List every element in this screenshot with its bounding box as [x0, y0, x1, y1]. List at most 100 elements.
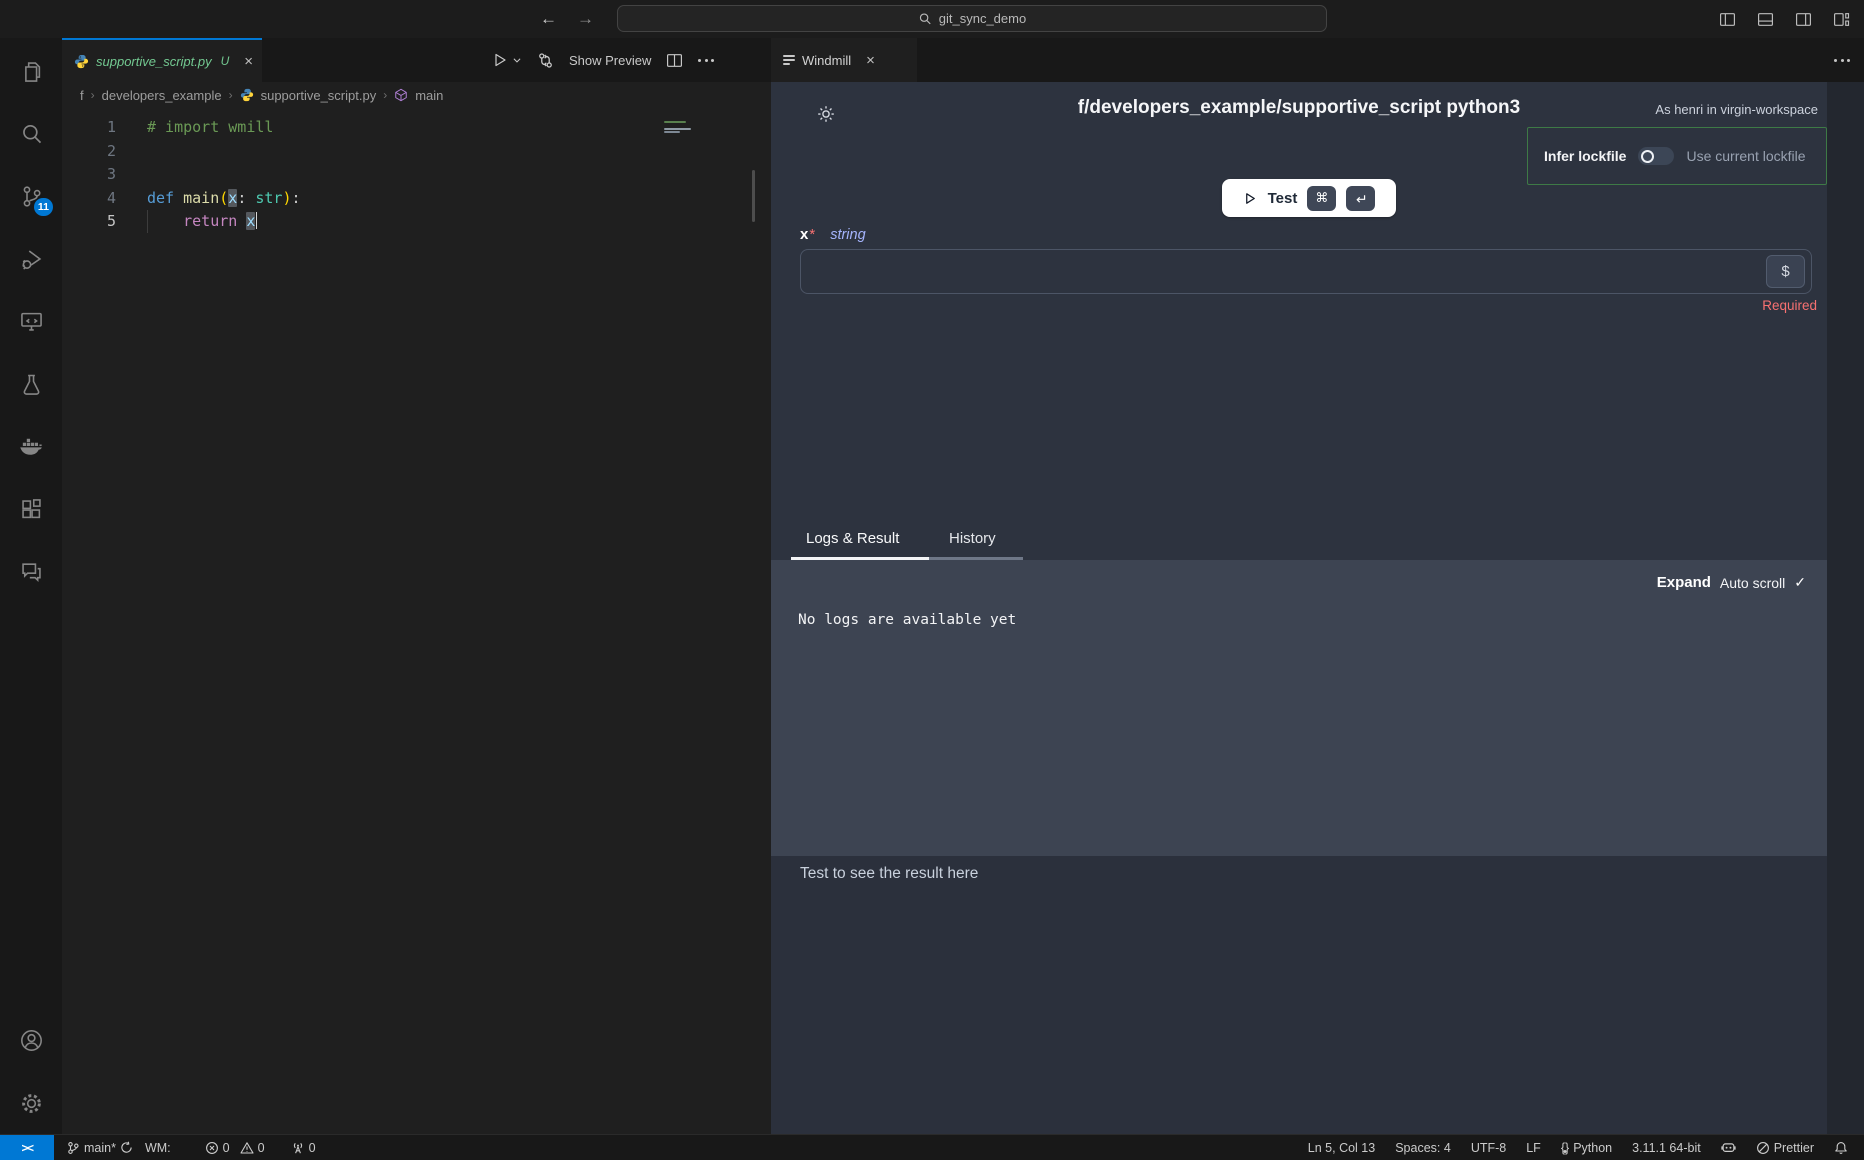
text-cursor — [256, 212, 258, 229]
testing-beaker-icon[interactable] — [0, 359, 62, 409]
variable-picker-button[interactable]: $ — [1766, 255, 1805, 288]
minimap — [664, 121, 686, 123]
search-sidebar-icon[interactable] — [0, 109, 62, 159]
breadcrumb-file[interactable]: supportive_script.py — [261, 88, 377, 103]
toggle-sidebar-icon[interactable] — [1719, 11, 1736, 28]
split-editor-icon[interactable] — [666, 52, 683, 69]
cursor-position[interactable]: Ln 5, Col 13 — [1308, 1141, 1375, 1155]
indent-guide — [147, 210, 148, 233]
remote-icon: >< — [21, 1141, 32, 1155]
remote-explorer-icon[interactable] — [0, 296, 62, 346]
settings-gear-icon[interactable] — [0, 1078, 62, 1128]
nav-back-icon[interactable]: ← — [540, 9, 557, 29]
test-button[interactable]: Test ⌘ — [1222, 179, 1396, 217]
line-number: 2 — [62, 140, 116, 164]
explorer-icon[interactable] — [0, 46, 62, 96]
code-token: : — [237, 189, 255, 207]
windmill-icon — [783, 55, 795, 65]
show-preview-button[interactable]: Show Preview — [569, 53, 651, 68]
activity-bar: 11 — [0, 38, 62, 1134]
breadcrumb-folder[interactable]: developers_example — [102, 88, 222, 103]
code-token: str — [255, 189, 282, 207]
code-line: 4 def main(x: str): — [62, 187, 301, 211]
tab-logs-result[interactable]: Logs & Result — [806, 530, 899, 547]
toggle-secondary-sidebar-icon[interactable] — [1795, 11, 1812, 28]
checkmark-icon: ✓ — [1794, 574, 1806, 591]
comments-icon[interactable] — [0, 546, 62, 596]
encoding-setting[interactable]: UTF-8 — [1471, 1141, 1506, 1155]
play-icon — [1243, 191, 1258, 206]
docker-icon[interactable] — [0, 421, 62, 471]
test-button-label: Test — [1268, 190, 1298, 207]
lockfile-toggle[interactable] — [1638, 147, 1674, 165]
argument-name: x — [800, 226, 808, 243]
run-debug-icon[interactable] — [0, 234, 62, 284]
tab-history[interactable]: History — [949, 530, 996, 547]
account-icon[interactable] — [0, 1015, 62, 1065]
tab-close-icon[interactable]: × — [244, 53, 253, 70]
auto-scroll-label[interactable]: Auto scroll — [1720, 575, 1785, 591]
code-line: 3 — [62, 163, 301, 187]
run-python-file-icon[interactable] — [492, 52, 522, 68]
required-asterisk: * — [809, 226, 815, 243]
indentation-setting[interactable]: Spaces: 4 — [1395, 1141, 1451, 1155]
sync-icon — [120, 1141, 133, 1154]
error-icon — [205, 1141, 219, 1155]
editor-scrollbar[interactable] — [752, 170, 755, 222]
expand-button[interactable]: Expand — [1657, 574, 1711, 591]
ports-count: 0 — [309, 1141, 316, 1155]
radio-tower-icon — [291, 1141, 305, 1155]
breadcrumb-symbol[interactable]: main — [415, 88, 443, 103]
code-token: x — [228, 189, 237, 207]
tab-windmill[interactable]: Windmill × — [771, 38, 917, 82]
infer-lockfile-label: Infer lockfile — [1544, 148, 1626, 164]
workspace-context: As henri in virgin-workspace — [1655, 102, 1818, 117]
branch-indicator[interactable]: main* — [66, 1141, 133, 1155]
circle-slash-icon — [1756, 1141, 1770, 1155]
workspace-search-label: git_sync_demo — [939, 11, 1026, 26]
editor-tab-bar: supportive_script.py U × Show Preview Wi… — [62, 38, 1864, 82]
python-file-icon — [74, 54, 89, 69]
panel-tab-close-icon[interactable]: × — [866, 52, 875, 69]
windmill-panel: f/developers_example/supportive_script p… — [771, 82, 1864, 1134]
panel-tab-title: Windmill — [802, 53, 851, 68]
code-token: return — [183, 212, 237, 230]
code-line: 2 — [62, 140, 301, 164]
source-control-icon[interactable]: 11 — [0, 171, 62, 221]
tab-supportive-script[interactable]: supportive_script.py U × — [62, 38, 262, 82]
search-icon — [918, 12, 932, 26]
python-interpreter[interactable]: 3.11.1 64-bit — [1632, 1141, 1701, 1155]
command-center-search[interactable]: git_sync_demo — [617, 5, 1327, 32]
tab-title: supportive_script.py — [96, 54, 212, 69]
panel-more-actions-icon[interactable] — [1834, 59, 1850, 62]
eol-setting[interactable]: LF — [1526, 1141, 1541, 1155]
formatter-indicator[interactable]: Prettier — [1756, 1141, 1814, 1155]
editor-more-actions-icon[interactable] — [698, 59, 714, 62]
toggle-panel-icon[interactable] — [1757, 11, 1774, 28]
line-number: 4 — [62, 187, 116, 211]
extensions-icon[interactable] — [0, 484, 62, 534]
braces-icon: {} — [1561, 1141, 1569, 1155]
line-number: 5 — [62, 210, 116, 234]
open-changes-icon[interactable] — [537, 52, 554, 69]
copilot-icon[interactable] — [1721, 1140, 1736, 1155]
argument-type: string — [830, 227, 865, 243]
wm-status[interactable]: WM: — [145, 1141, 171, 1155]
language-mode[interactable]: {} Python — [1561, 1141, 1612, 1155]
code-token: main — [183, 189, 219, 207]
argument-input[interactable]: $ — [800, 249, 1812, 294]
panel-scrollbar-gutter[interactable] — [1827, 82, 1864, 1134]
ports-indicator[interactable]: 0 — [291, 1141, 316, 1155]
enter-key-icon — [1346, 186, 1375, 211]
notifications-bell-icon[interactable] — [1834, 1141, 1848, 1155]
git-branch-icon — [66, 1141, 80, 1155]
nav-forward-icon[interactable]: → — [577, 9, 594, 29]
breadcrumb-root[interactable]: f — [80, 88, 84, 103]
logs-panel: Expand Auto scroll ✓ No logs are availab… — [771, 560, 1827, 856]
remote-indicator[interactable]: >< — [0, 1135, 54, 1160]
argument-label: x * string — [800, 226, 866, 243]
code-editor[interactable]: 1 # import wmill 2 3 4 def main(x: str):… — [62, 108, 771, 1134]
result-panel: Test to see the result here — [771, 856, 1827, 1134]
customize-layout-icon[interactable] — [1833, 11, 1850, 28]
problems-indicator[interactable]: 0 0 — [205, 1141, 265, 1155]
